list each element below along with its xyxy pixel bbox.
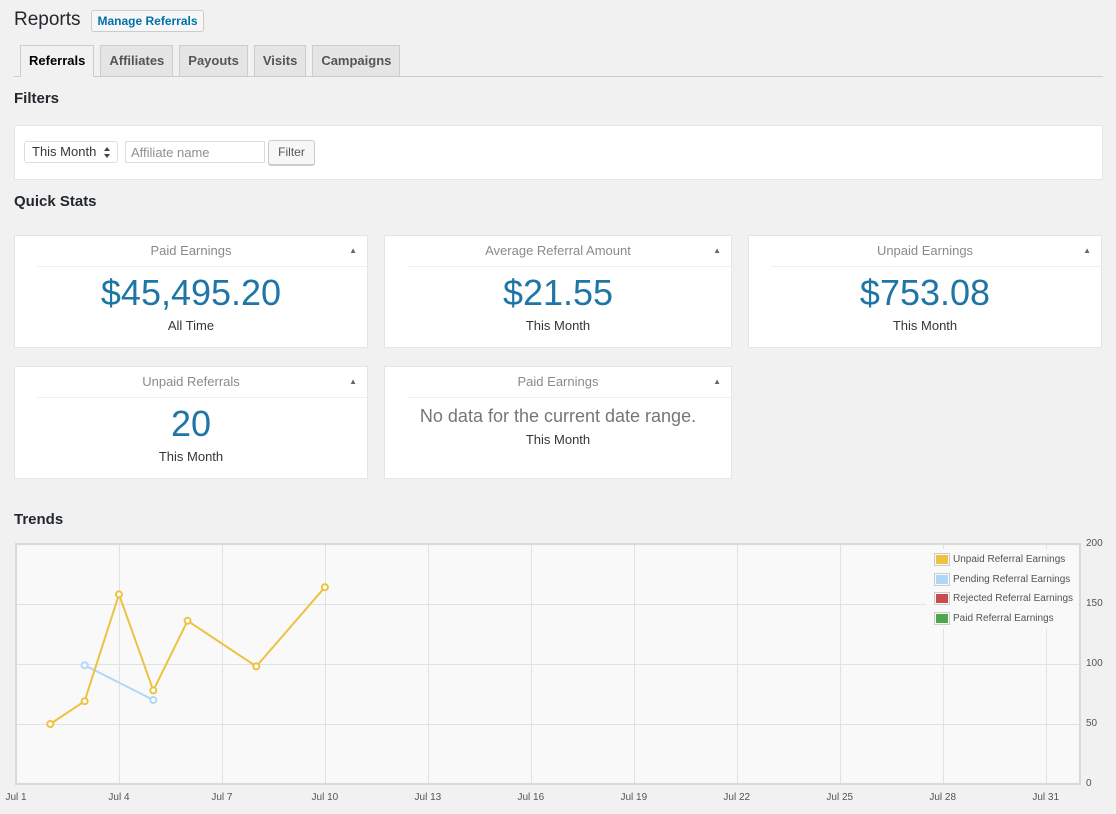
x-tick-label: Jul 10: [311, 792, 339, 803]
x-tick-label: Jul 31: [1032, 792, 1060, 803]
collapse-arrow-icon[interactable]: ▲: [713, 374, 721, 390]
stat-card-title: Paid Earnings: [517, 374, 599, 389]
stat-card-divider: [37, 266, 367, 267]
x-tick-label: Jul 22: [723, 792, 751, 803]
stat-card-title: Paid Earnings: [150, 243, 232, 258]
tab-payouts[interactable]: Payouts: [179, 45, 248, 77]
legend-item: Pending Referral Earnings: [926, 570, 1078, 590]
stat-card-divider: [407, 266, 731, 267]
y-tick-label: 200: [1086, 538, 1103, 549]
stat-card-divider: [771, 266, 1101, 267]
y-tick-label: 100: [1086, 658, 1103, 669]
y-tick-label: 150: [1086, 598, 1103, 609]
collapse-arrow-icon[interactable]: ▲: [1083, 243, 1091, 259]
data-point-unpaid-referral-earnings: [320, 583, 329, 592]
stat-card-title: Unpaid Referrals: [142, 374, 240, 389]
data-point-unpaid-referral-earnings: [252, 662, 261, 671]
legend-swatch: [936, 613, 948, 623]
stat-card-period: This Month: [525, 432, 591, 447]
page-title: Reports: [14, 9, 81, 30]
stat-card-period: This Month: [158, 449, 224, 464]
legend-label: Pending Referral Earnings: [953, 573, 1071, 585]
x-tick-label: Jul 4: [108, 792, 130, 803]
trends-chart: Jul 1 Jul 4 Jul 7 Jul 10 Jul 13 Jul 16 J…: [0, 538, 1116, 814]
legend-item: Paid Referral Earnings: [926, 609, 1078, 629]
stat-card: Average Referral Amount ▲ $21.55 This Mo…: [384, 235, 732, 348]
data-point-unpaid-referral-earnings: [149, 686, 158, 695]
legend-label: Rejected Referral Earnings: [953, 593, 1074, 604]
stat-card: Paid Earnings ▲ $45,495.20 All Time: [14, 235, 368, 348]
legend-swatch: [936, 574, 948, 584]
collapse-arrow-icon[interactable]: ▲: [349, 374, 357, 390]
stat-card-divider: [37, 397, 367, 398]
select-arrows-icon: [104, 147, 111, 158]
stat-card-period: This Month: [892, 318, 958, 333]
x-tick-label: Jul 1: [5, 792, 27, 803]
filters-heading: Filters: [14, 90, 60, 107]
data-point-unpaid-referral-earnings: [80, 697, 89, 706]
legend-item: Rejected Referral Earnings: [926, 589, 1078, 609]
tab-visits[interactable]: Visits: [253, 45, 307, 77]
stat-card-period: This Month: [525, 318, 591, 333]
date-range-select[interactable]: This Month: [24, 141, 118, 163]
stat-card-value: 20: [170, 403, 212, 444]
stat-card: Unpaid Referrals ▲ 20 This Month: [14, 366, 368, 479]
x-tick-label: Jul 25: [826, 792, 854, 803]
collapse-arrow-icon[interactable]: ▲: [349, 243, 357, 259]
stat-card-title: Unpaid Earnings: [876, 243, 974, 258]
legend-swatch: [936, 555, 948, 565]
date-range-selected-value: This Month: [32, 144, 97, 159]
filter-button[interactable]: Filter: [268, 140, 315, 165]
data-point-unpaid-referral-earnings: [183, 616, 192, 625]
stat-card: Paid Earnings ▲ No data for the current …: [384, 366, 732, 479]
chart-legend: Unpaid Referral Earnings Pending Referra…: [926, 549, 1078, 629]
legend-swatch-frame: [934, 592, 950, 606]
data-point-pending-referral-earnings: [80, 661, 89, 670]
x-tick-label: Jul 19: [620, 792, 648, 803]
legend-swatch: [936, 594, 948, 604]
stat-card: Unpaid Earnings ▲ $753.08 This Month: [748, 235, 1102, 348]
tab-campaigns[interactable]: Campaigns: [312, 45, 401, 77]
tab-referrals[interactable]: Referrals: [20, 45, 95, 77]
legend-swatch-frame: [934, 553, 950, 567]
x-tick-label: Jul 16: [517, 792, 545, 803]
stat-card-value: $753.08: [859, 272, 991, 313]
data-point-unpaid-referral-earnings: [46, 720, 55, 728]
trends-heading: Trends: [14, 511, 64, 528]
x-tick-label: Jul 7: [211, 792, 233, 803]
legend-swatch-frame: [934, 611, 950, 625]
x-tick-label: Jul 28: [929, 792, 957, 803]
stat-card-value: No data for the current date range.: [419, 406, 697, 426]
legend-label: Paid Referral Earnings: [953, 612, 1054, 624]
stat-card-divider: [407, 397, 731, 398]
stat-card-title: Average Referral Amount: [485, 243, 631, 258]
legend-swatch-frame: [934, 572, 950, 586]
data-point-unpaid-referral-earnings: [114, 590, 123, 599]
legend-label: Unpaid Referral Earnings: [953, 554, 1066, 565]
stat-card-period: All Time: [167, 318, 215, 333]
y-tick-label: 50: [1086, 718, 1098, 729]
data-point-pending-referral-earnings: [149, 696, 158, 704]
stat-card-value: $21.55: [502, 272, 614, 313]
legend-item: Unpaid Referral Earnings: [926, 550, 1078, 570]
tab-affiliates[interactable]: Affiliates: [100, 45, 174, 77]
report-tabs: Referrals Affiliates Payouts Visits Camp…: [14, 45, 1103, 77]
quick-stats-heading: Quick Stats: [14, 193, 97, 210]
affiliate-name-input[interactable]: [125, 141, 265, 163]
y-tick-label: 0: [1086, 778, 1092, 789]
manage-referrals-button[interactable]: Manage Referrals: [91, 10, 204, 32]
x-tick-label: Jul 13: [414, 792, 442, 803]
stat-card-value: $45,495.20: [100, 272, 282, 313]
collapse-arrow-icon[interactable]: ▲: [713, 243, 721, 259]
